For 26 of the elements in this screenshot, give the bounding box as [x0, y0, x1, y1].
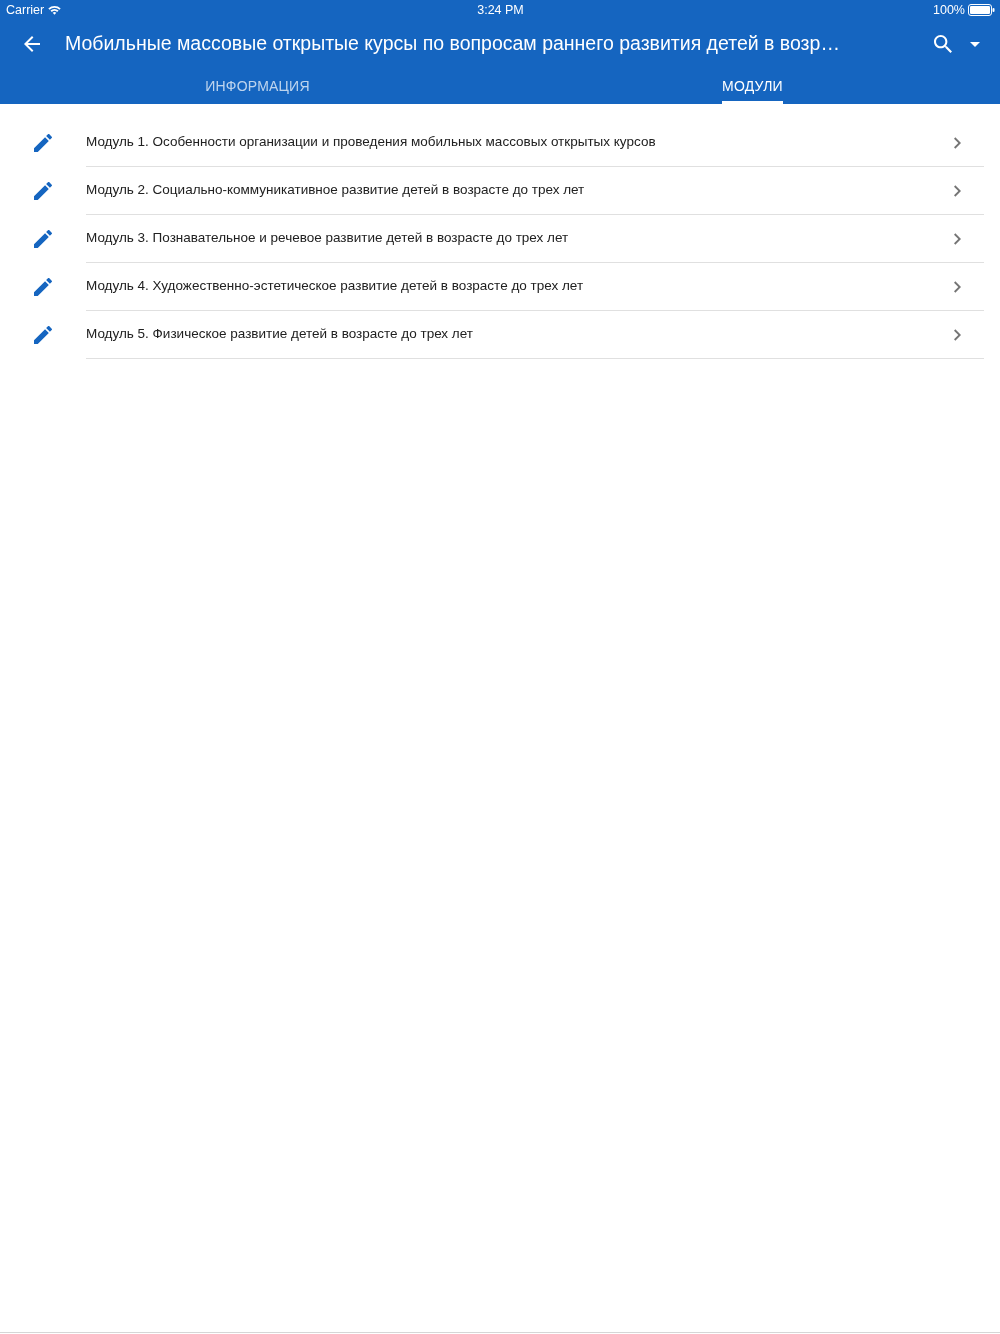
pencil-icon — [34, 278, 52, 296]
chevron-right-icon — [954, 280, 961, 293]
clock-time: 3:24 PM — [477, 1, 524, 19]
module-list-item[interactable]: Модуль 5. Физическое развитие детей в возрасте до трех лет — [0, 311, 1000, 359]
pencil-icon — [34, 182, 52, 200]
pencil-icon — [34, 326, 52, 344]
dropdown-caret-icon[interactable] — [970, 41, 980, 47]
pencil-icon — [34, 230, 52, 248]
battery-icon — [968, 4, 995, 16]
tab[interactable]: ИНФОРМАЦИЯ — [10, 68, 505, 104]
module-list-item[interactable]: Модуль 2. Социально-коммуникативное развитие детей в возрасте до трех лет — [0, 167, 1000, 215]
carrier-label: Carrier — [6, 1, 45, 19]
tab[interactable]: МОДУЛИ — [505, 68, 1000, 104]
chevron-right-icon — [954, 136, 961, 149]
module-list-item[interactable]: Модуль 4. Художественно-эстетическое развитие детей в возрасте до трех лет — [0, 263, 1000, 311]
battery-percent: 100% — [933, 1, 965, 19]
back-arrow-icon[interactable] — [24, 36, 40, 52]
wifi-icon — [48, 5, 62, 15]
search-icon[interactable] — [934, 35, 952, 53]
screen-title: Мобильные массовые открытые курсы по вопросам раннего развития детей в возр… — [65, 32, 841, 56]
chevron-right-icon — [954, 328, 961, 341]
module-list-item[interactable]: Модуль 3. Познавательное и речевое развитие детей в возрасте до трех лет — [0, 215, 1000, 263]
chevron-right-icon — [954, 184, 961, 197]
module-list-item[interactable]: Модуль 1. Особенности организации и проведения мобильных массовых открытых курсов — [0, 119, 1000, 167]
chevron-right-icon — [954, 232, 961, 245]
pencil-icon — [34, 134, 52, 152]
